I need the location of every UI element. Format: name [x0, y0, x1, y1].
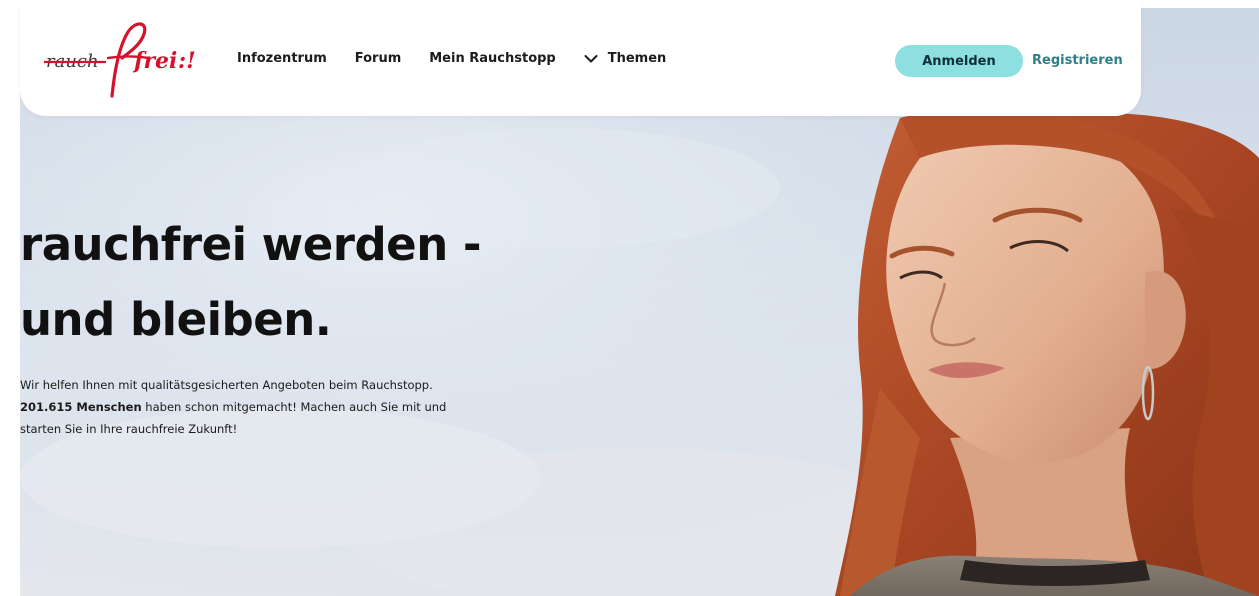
top-navigation: rauch frei :! Infozentrum Forum Mein Rau…	[20, 0, 1141, 116]
hero-headline-line1: rauchfrei werden -	[20, 218, 482, 271]
nav-item-themen-label: Themen	[607, 51, 667, 66]
participants-count: 201.615 Menschen	[20, 400, 142, 414]
chevron-down-icon	[584, 54, 598, 62]
hero-headline: rauchfrei werden - und bleiben.	[20, 207, 482, 357]
login-button[interactable]: Anmelden	[895, 45, 1023, 77]
intro-line1: Wir helfen Ihnen mit qualitätsgesicherte…	[20, 378, 433, 392]
nav-item-mein-rauchstopp[interactable]: Mein Rauchstopp	[429, 51, 555, 66]
intro-line2: haben schon mitgemacht! Machen auch Sie …	[141, 400, 447, 414]
rauchfrei-logo[interactable]: rauch frei :!	[44, 18, 204, 102]
main-menu: Infozentrum Forum Mein Rauchstopp Themen	[237, 51, 666, 66]
nav-item-forum[interactable]: Forum	[355, 51, 402, 66]
register-link[interactable]: Registrieren	[1032, 45, 1123, 77]
hero-headline-line2: und bleiben.	[20, 293, 332, 346]
logo-suffix-text: :!	[178, 48, 196, 74]
nav-item-themen-dropdown[interactable]: Themen	[584, 51, 667, 66]
intro-line3: starten Sie in Ihre rauchfreie Zukunft!	[20, 422, 238, 436]
logo-script-text: frei	[132, 48, 177, 74]
nav-item-infozentrum[interactable]: Infozentrum	[237, 51, 327, 66]
hero-intro-text: Wir helfen Ihnen mit qualitätsgesicherte…	[20, 374, 520, 440]
